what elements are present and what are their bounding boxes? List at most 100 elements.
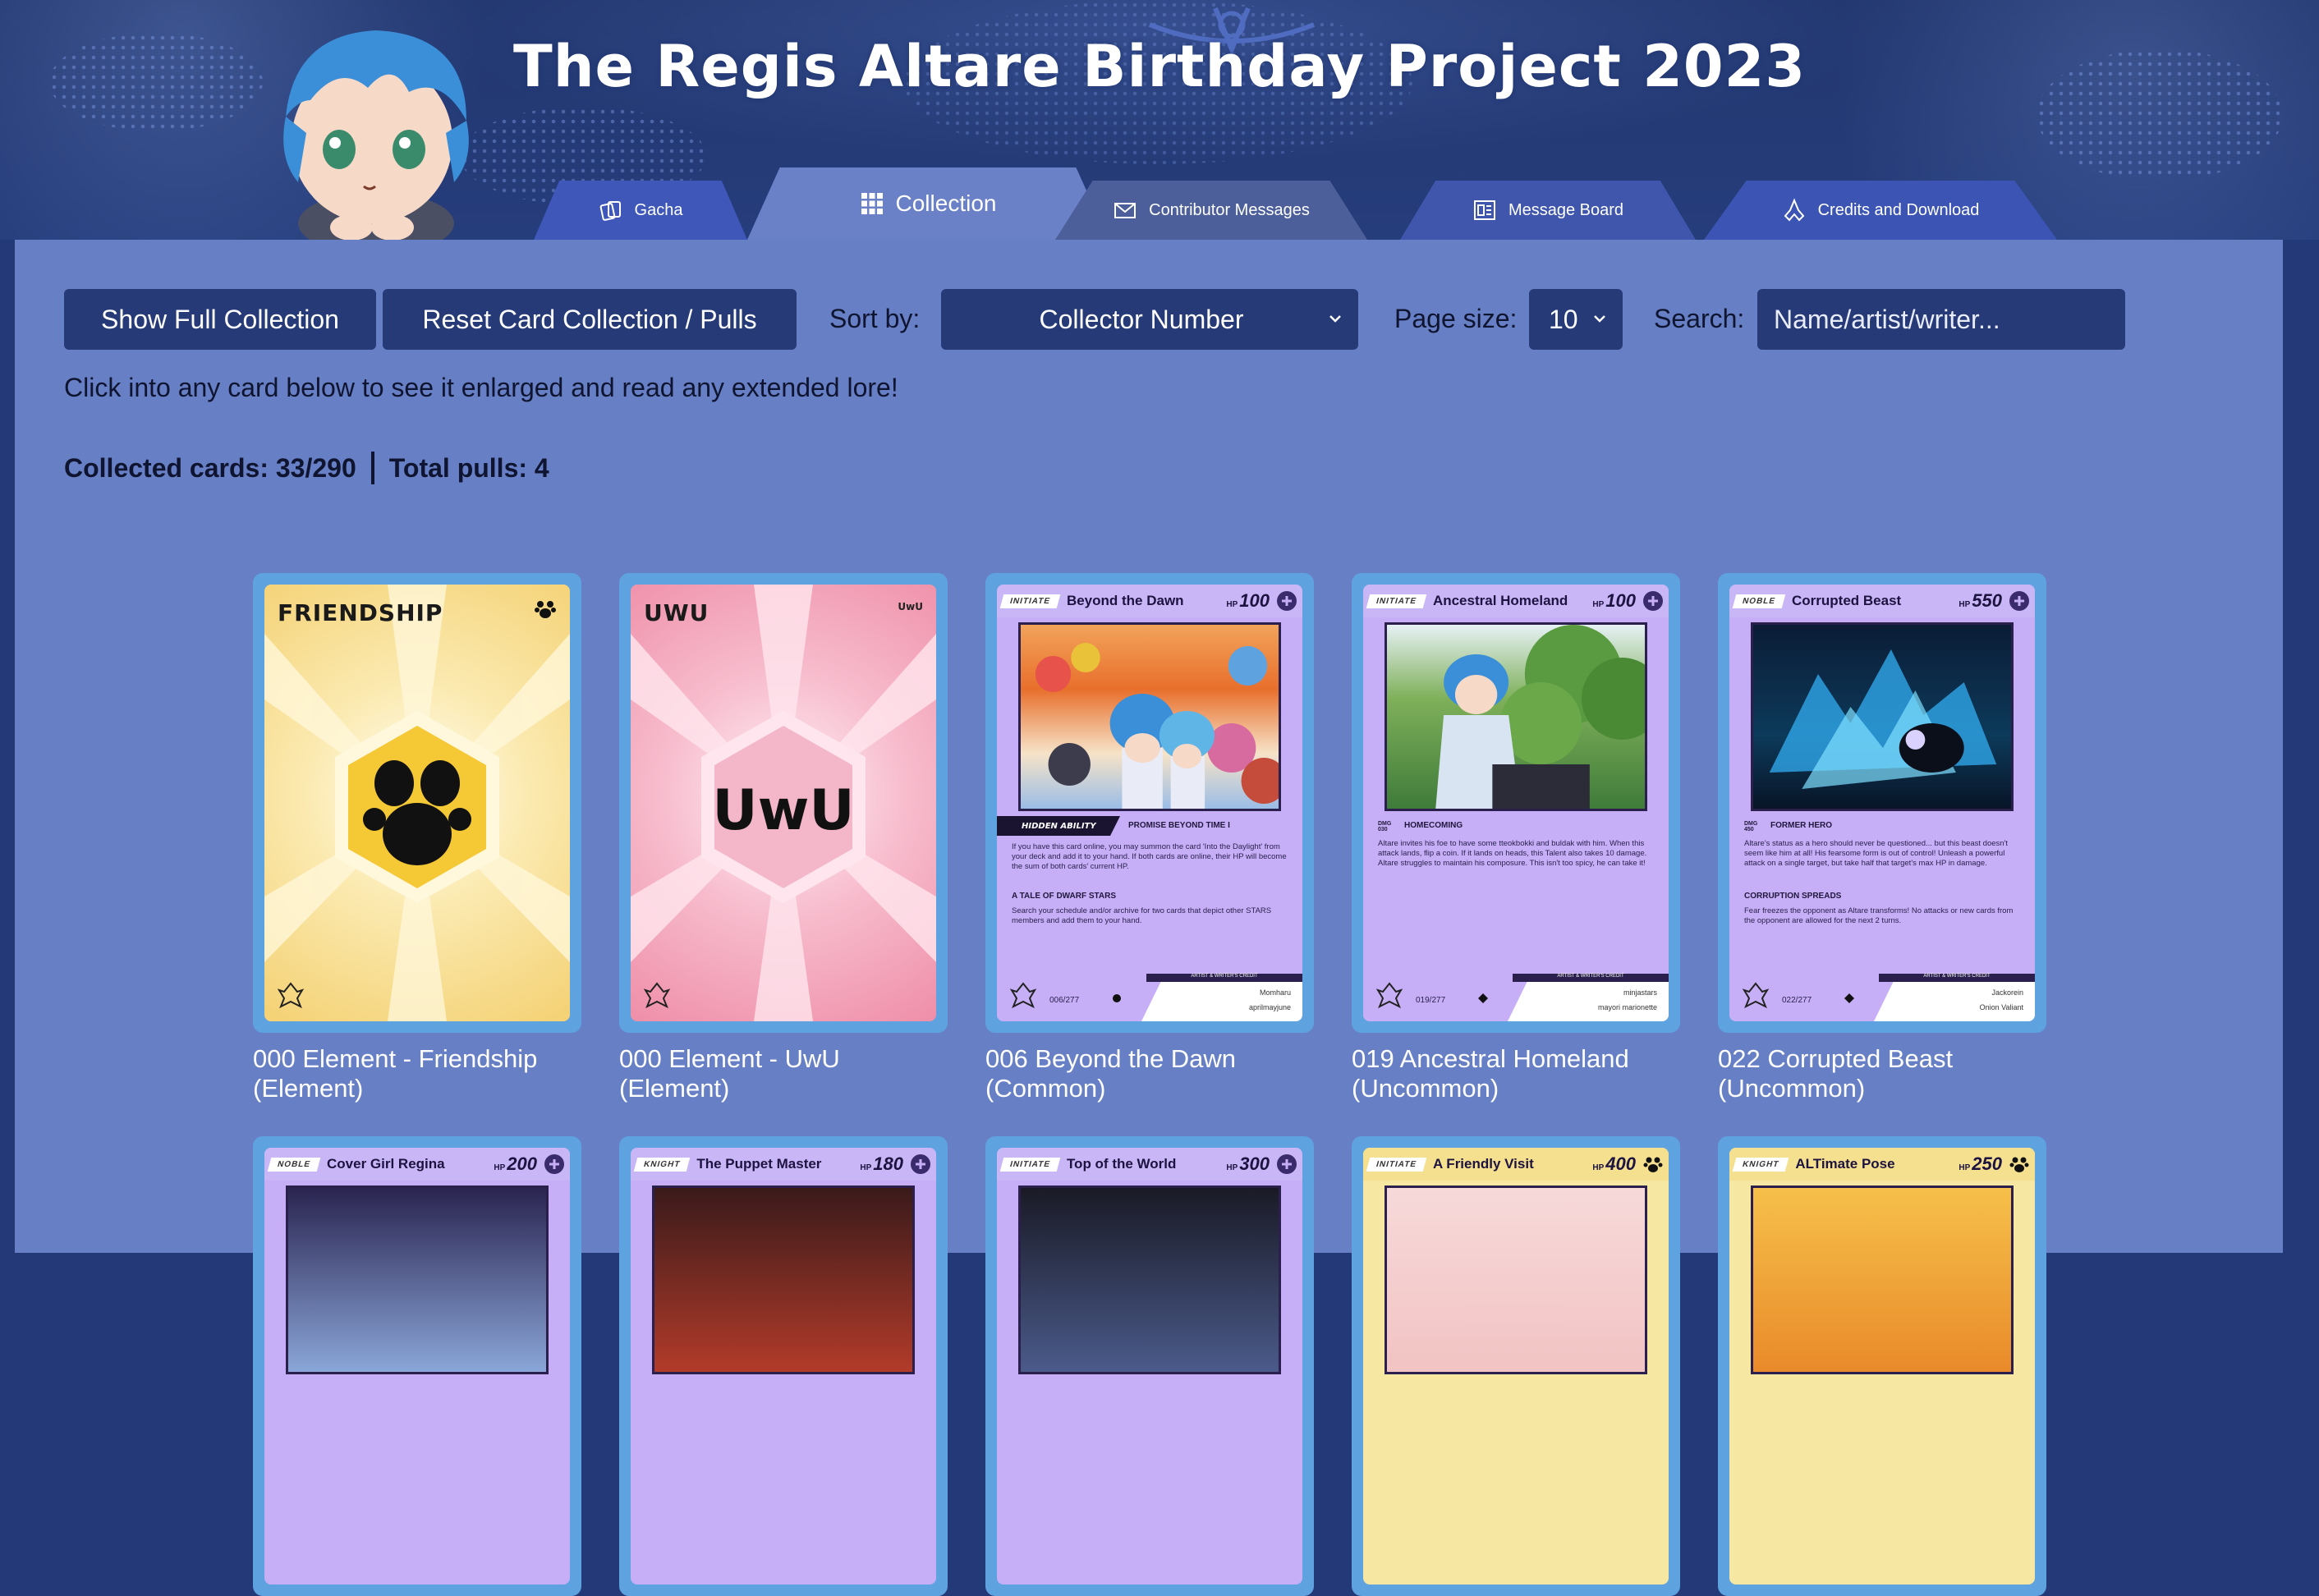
card-image[interactable]: NOBLE Cover Girl Regina HP200 — [253, 1136, 581, 1596]
page-size-label: Page size: — [1394, 304, 1518, 333]
card-rarity: (Element) — [253, 1074, 364, 1103]
hp-prefix: HP — [1226, 600, 1238, 609]
card-item[interactable]: UWU UwU UwU 000 Element - UwU (Element) — [619, 573, 948, 1103]
hp-prefix: HP — [1226, 1163, 1238, 1172]
tab-credits-download[interactable]: Credits and Download — [1704, 181, 2057, 240]
card-title: UWU — [644, 599, 709, 626]
credit-box: minjastars mayori marionette — [1508, 982, 1669, 1021]
grid-icon — [861, 193, 883, 214]
mascot-avatar — [283, 30, 469, 240]
card-name: 000 Element - Friendship — [253, 1044, 538, 1073]
card-caption: 000 Element - UwU (Element) — [619, 1044, 948, 1103]
ability-text: Altare's status as a hero should never b… — [1744, 839, 2009, 868]
tab-collection[interactable]: Collection — [747, 167, 1109, 240]
card-image[interactable]: KNIGHT ALTimate Pose HP250 — [1718, 1136, 2046, 1596]
search-label: Search: — [1654, 304, 1745, 333]
credit-header: ARTIST & WRITER'S CREDIT — [1513, 974, 1669, 982]
card-item[interactable]: INITIATE Ancestral Homeland HP100 DMG 03… — [1352, 573, 1680, 1103]
ability-text: If you have this card online, you may su… — [1012, 842, 1287, 871]
card-image[interactable]: NOBLE Corrupted Beast HP550 DMG450 FORM — [1718, 573, 2046, 1033]
credit-header: ARTIST & WRITER'S CREDIT — [1879, 974, 2035, 982]
card-title: Corrupted Beast — [1792, 593, 1902, 608]
collection-stats: Collected cards: 33/290 Total pulls: 4 — [64, 452, 549, 484]
card-item[interactable]: NOBLE Cover Girl Regina HP200 — [253, 1136, 581, 1596]
element-icon — [544, 1154, 564, 1174]
card-title: ALTimate Pose — [1795, 1156, 1895, 1172]
reset-collection-button[interactable]: Reset Card Collection / Pulls — [383, 289, 797, 350]
pull-count: Total pulls: 4 — [388, 452, 549, 483]
show-full-collection-button[interactable]: Show Full Collection — [64, 289, 376, 350]
card-artwork — [1751, 1186, 2014, 1374]
card-name: 000 Element - UwU — [619, 1044, 840, 1073]
envelope-icon — [1114, 203, 1137, 218]
card-header: NOBLE Cover Girl Regina HP200 — [264, 1148, 570, 1181]
card-title: Beyond the Dawn — [1066, 593, 1184, 608]
writer-name: aprilmayjune — [1248, 1003, 1291, 1011]
credit-box: Jackorein Onion Valiant — [1874, 982, 2035, 1021]
emblem-icon — [1742, 982, 1770, 1009]
ability-title: FORMER HERO — [1770, 821, 1832, 830]
card-image[interactable]: INITIATE Ancestral Homeland HP100 DMG 03… — [1352, 573, 1680, 1033]
artist-name: minjastars — [1623, 988, 1657, 997]
card-image[interactable]: INITIATE Top of the World HP300 — [985, 1136, 1314, 1596]
search-input[interactable] — [1757, 289, 2125, 350]
tab-gacha[interactable]: Gacha — [534, 181, 747, 240]
hidden-ability-banner: HIDDEN ABILITY — [997, 816, 1120, 836]
card-rank: KNIGHT — [1732, 1157, 1789, 1172]
card-item[interactable]: INITIATE Beyond the Dawn HP100 HIDDEN AB… — [985, 573, 1314, 1103]
card-hp: HP400 — [1592, 1153, 1636, 1175]
hp-value: 550 — [1972, 590, 2002, 611]
ability-text: Search your schedule and/or archive for … — [1012, 906, 1272, 925]
card-rank: INITIATE — [1366, 594, 1427, 608]
card-item[interactable]: KNIGHT The Puppet Master HP180 — [619, 1136, 948, 1596]
card-hp: HP100 — [1226, 590, 1270, 612]
emblem-icon — [1375, 982, 1403, 1009]
artwork-scene — [1435, 625, 1645, 809]
tab-contributor-messages[interactable]: Contributor Messages — [1055, 181, 1367, 240]
card-item[interactable]: NOBLE Corrupted Beast HP550 DMG450 FORM — [1718, 573, 2046, 1103]
paw-icon — [1643, 1157, 1663, 1172]
card-rarity: (Uncommon) — [1352, 1074, 1499, 1103]
sort-select[interactable]: Collector Number — [941, 289, 1358, 350]
emblem-icon — [643, 982, 671, 1009]
card-image[interactable]: KNIGHT The Puppet Master HP180 — [619, 1136, 948, 1596]
card-image[interactable]: INITIATE Beyond the Dawn HP100 HIDDEN AB… — [985, 573, 1314, 1033]
rarity-common-icon — [1113, 994, 1121, 1002]
artist-name: Jackorein — [1991, 988, 2023, 997]
corner-mark: UwU — [898, 601, 923, 612]
card-title: FRIENDSHIP — [278, 599, 443, 626]
card-artwork — [1018, 622, 1281, 811]
card-item[interactable]: KNIGHT ALTimate Pose HP250 — [1718, 1136, 2046, 1596]
card-image[interactable]: UWU UwU UwU — [619, 573, 948, 1033]
dmg-value: 450 — [1744, 827, 1754, 832]
card-rank: INITIATE — [999, 1157, 1061, 1172]
card-rank: INITIATE — [999, 594, 1061, 608]
hp-prefix: HP — [860, 1163, 872, 1172]
card-caption: 022 Corrupted Beast (Uncommon) — [1718, 1044, 2046, 1103]
tab-message-board[interactable]: Message Board — [1400, 181, 1696, 240]
card-caption: 019 Ancestral Homeland (Uncommon) — [1352, 1044, 1680, 1103]
card-item[interactable]: INITIATE Top of the World HP300 — [985, 1136, 1314, 1596]
collector-number: 006/277 — [1049, 996, 1080, 1005]
card-item[interactable]: FRIENDSHIP 000 Element - Friendship (Ele… — [253, 573, 581, 1103]
page-size-select[interactable]: 10 — [1529, 289, 1623, 350]
tab-label: Gacha — [634, 200, 683, 219]
artwork-scene — [1035, 643, 1279, 809]
credit-box: Momharu aprilmayjune — [1141, 982, 1302, 1021]
uwu-text: UwU — [712, 778, 855, 843]
hp-value: 200 — [507, 1153, 537, 1174]
tab-label: Contributor Messages — [1149, 200, 1310, 219]
sort-value: Collector Number — [1039, 304, 1244, 334]
card-caption: 000 Element - Friendship (Element) — [253, 1044, 581, 1103]
card-rank: NOBLE — [1732, 594, 1786, 608]
ability-text: Fear freezes the opponent as Altare tran… — [1744, 906, 2014, 925]
card-image[interactable]: INITIATE A Friendly Visit HP400 — [1352, 1136, 1680, 1596]
card-rank: KNIGHT — [633, 1157, 691, 1172]
cards-icon — [599, 201, 621, 221]
card-rank: NOBLE — [267, 1157, 321, 1172]
card-item[interactable]: INITIATE A Friendly Visit HP400 — [1352, 1136, 1680, 1596]
hp-value: 180 — [873, 1153, 903, 1174]
card-name: 006 Beyond the Dawn — [985, 1044, 1237, 1073]
card-artwork — [1385, 1186, 1647, 1374]
card-image[interactable]: FRIENDSHIP — [253, 573, 581, 1033]
